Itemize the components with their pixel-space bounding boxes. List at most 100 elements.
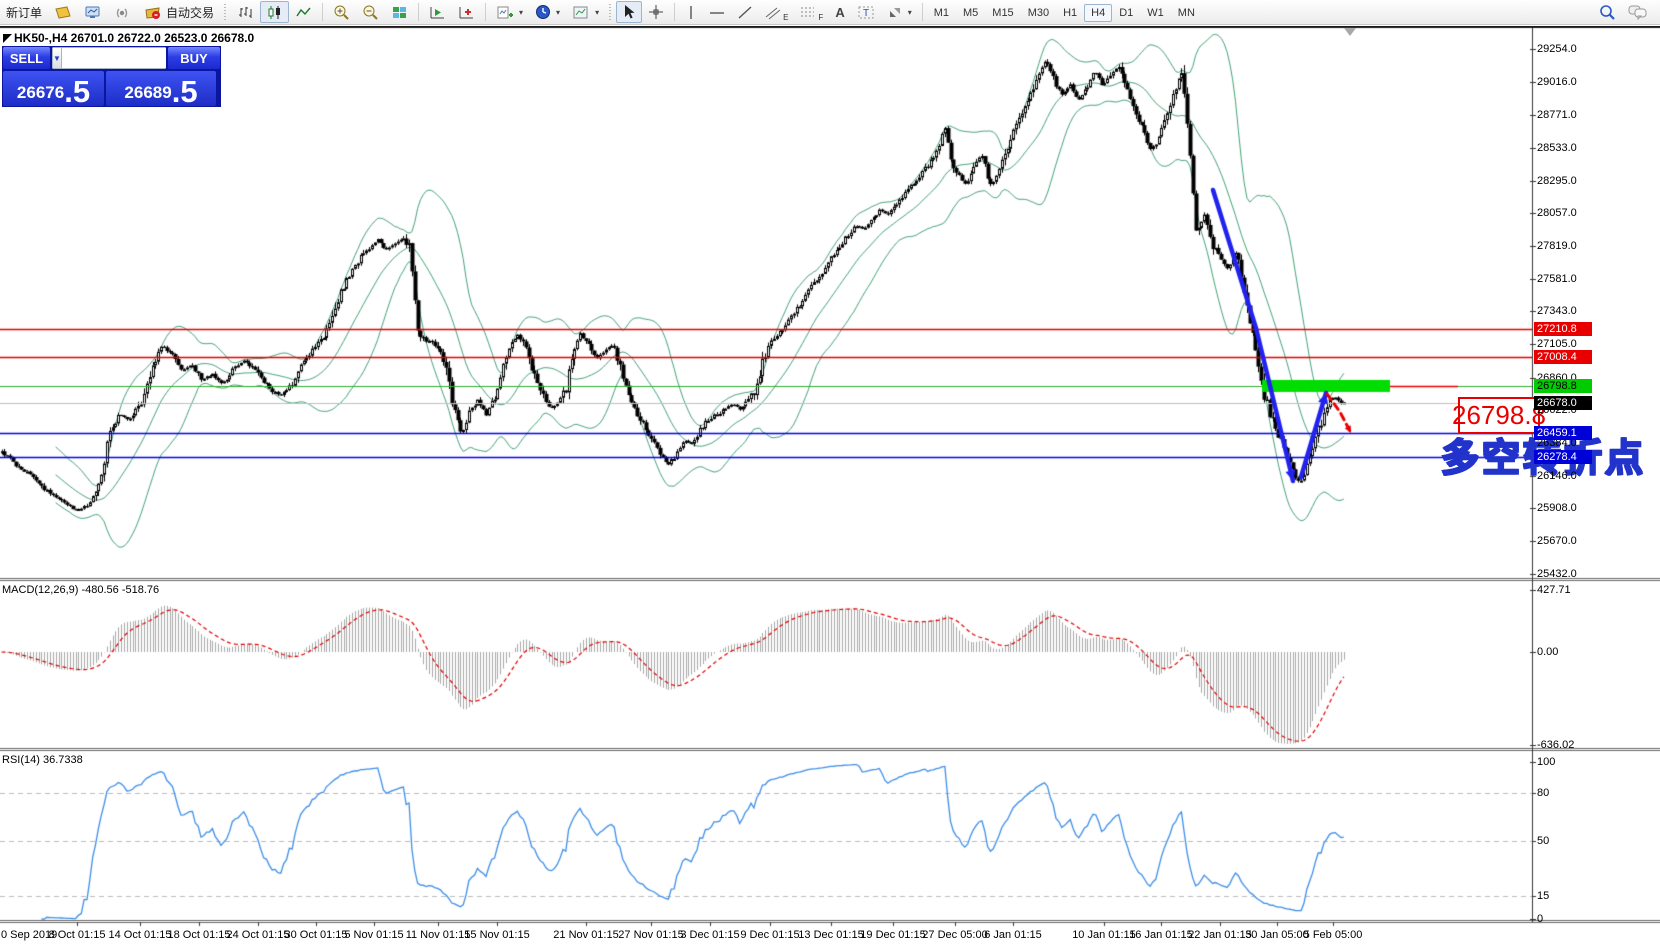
ask-price-int: 26689: [124, 84, 171, 101]
chart-canvas[interactable]: [0, 26, 1660, 946]
time-axis-label: 27 Nov 01:15: [618, 929, 683, 941]
time-axis-label: 24 Oct 01:15: [227, 929, 290, 941]
toolbar-grip: [223, 4, 228, 20]
periods-icon[interactable]: ▾: [529, 1, 566, 23]
indicators-icon[interactable]: ▾: [490, 1, 529, 23]
chart-play-icon[interactable]: [423, 1, 452, 23]
arrows-tool-icon[interactable]: ▾: [881, 1, 918, 23]
timeframe-group: M1M5M15M30H1H4D1W1MN: [927, 5, 1202, 19]
time-axis-label: 14 Oct 01:15: [109, 929, 172, 941]
market-watch-icon[interactable]: [78, 1, 108, 23]
signal-icon[interactable]: [108, 1, 138, 23]
price-axis-tick: 26146.0: [1537, 470, 1577, 482]
timeframe-m30-button[interactable]: M30: [1021, 4, 1056, 22]
timeframe-mn-button[interactable]: MN: [1171, 4, 1202, 22]
chevron-down-icon: ▾: [519, 8, 523, 17]
timeframe-m1-button[interactable]: M1: [927, 4, 956, 22]
price-axis-tick: 28057.0: [1537, 207, 1577, 219]
trendline-tool-icon[interactable]: [731, 1, 759, 23]
text-tool-icon[interactable]: A: [829, 1, 850, 23]
mt4-terminal-window: 新订单 自动交易: [0, 0, 1660, 946]
price-axis-tick: 27343.0: [1537, 305, 1577, 317]
time-axis-label: 27 Dec 05:00: [922, 929, 987, 941]
timeframe-m5-button[interactable]: M5: [956, 4, 985, 22]
price-axis-tick: 29254.0: [1537, 43, 1577, 55]
candlestick-chart-type-icon[interactable]: [260, 1, 289, 23]
chart-shift-marker-icon[interactable]: [1344, 28, 1356, 36]
sell-button[interactable]: SELL: [3, 47, 50, 69]
search-icon[interactable]: [1592, 1, 1622, 23]
rsi-axis-tick: 80: [1537, 787, 1549, 799]
chat-icon[interactable]: [1622, 1, 1654, 23]
fibonacci-tool-icon[interactable]: F: [794, 1, 829, 23]
price-axis-tick: 28771.0: [1537, 109, 1577, 121]
price-level-badge: 26278.4: [1534, 450, 1592, 464]
zoom-out-icon[interactable]: [356, 1, 385, 23]
bid-price-dec: .5: [64, 79, 90, 105]
chart-area[interactable]: HK50-,H4 26701.0 26722.0 26523.0 26678.0…: [0, 26, 1660, 946]
buy-button[interactable]: BUY: [168, 47, 220, 69]
price-axis-tick: 27819.0: [1537, 240, 1577, 252]
toolbar-separator: [922, 3, 923, 21]
bar-chart-type-icon[interactable]: [231, 1, 260, 23]
new-order-button[interactable]: 新订单: [0, 1, 48, 23]
time-axis-label: 11 Nov 01:15: [406, 929, 471, 941]
price-axis-tick: 25670.0: [1537, 535, 1577, 547]
zoom-in-icon[interactable]: [327, 1, 356, 23]
price-axis-tick: 27105.0: [1537, 338, 1577, 350]
macd-axis-tick: 427.71: [1537, 584, 1571, 596]
price-axis-tick: 25908.0: [1537, 502, 1577, 514]
price-level-badge: 27210.8: [1534, 322, 1592, 336]
fibonacci-tool-letter: F: [818, 13, 823, 22]
toolbar-separator: [418, 3, 419, 21]
auto-trading-button[interactable]: 自动交易: [138, 1, 220, 23]
text-label-tool-icon[interactable]: T: [851, 1, 881, 23]
new-order-label: 新订单: [6, 4, 42, 21]
volume-input[interactable]: [62, 47, 166, 69]
bid-price-int: 26676: [17, 84, 64, 101]
chevron-down-icon: ▾: [908, 8, 912, 17]
horizontal-line-tool-icon[interactable]: [703, 1, 731, 23]
channel-tool-icon[interactable]: E: [759, 1, 794, 23]
chart-shift-icon[interactable]: [452, 1, 481, 23]
time-axis-label: 6 Jan 01:15: [984, 929, 1042, 941]
timeframe-m15-button[interactable]: M15: [985, 4, 1020, 22]
toolbar-separator: [674, 3, 675, 21]
macd-indicator-label: MACD(12,26,9) -480.56 -518.76: [2, 584, 159, 596]
volume-decrease-button[interactable]: ▼: [52, 47, 62, 69]
cursor-icon[interactable]: [616, 1, 642, 23]
price-level-badge: 26798.8: [1534, 379, 1592, 393]
macd-axis-tick: -636.02: [1537, 739, 1574, 751]
bid-price[interactable]: 26676 .5: [3, 71, 104, 106]
text-tool-letter: A: [835, 5, 844, 20]
tile-windows-icon[interactable]: [385, 1, 414, 23]
time-axis-label: 16 Jan 01:15: [1129, 929, 1193, 941]
chart-symbol-ohlc: HK50-,H4 26701.0 26722.0 26523.0 26678.0: [14, 31, 254, 45]
price-axis-tick: 27581.0: [1537, 273, 1577, 285]
timeframe-w1-button[interactable]: W1: [1140, 4, 1171, 22]
price-axis-tick: 28295.0: [1537, 175, 1577, 187]
toolbar-separator: [485, 3, 486, 21]
auto-trading-label: 自动交易: [166, 4, 214, 21]
price-axis-tick: 29016.0: [1537, 76, 1577, 88]
time-axis-label: 30 Oct 01:15: [285, 929, 348, 941]
time-axis-label: 8 Oct 01:15: [49, 929, 106, 941]
time-axis-label: 5 Nov 01:15: [344, 929, 403, 941]
time-axis-label: 3 Dec 01:15: [680, 929, 739, 941]
vertical-line-tool-icon[interactable]: [679, 1, 703, 23]
ask-price[interactable]: 26689 .5: [106, 71, 216, 106]
templates-icon[interactable]: ▾: [566, 1, 605, 23]
time-axis-label: 15 Nov 01:15: [464, 929, 529, 941]
timeframe-h1-button[interactable]: H1: [1056, 4, 1084, 22]
timeframe-d1-button[interactable]: D1: [1112, 4, 1140, 22]
line-chart-type-icon[interactable]: [289, 1, 318, 23]
timeframe-h4-button[interactable]: H4: [1084, 4, 1112, 22]
volume-stepper: ▼ ▲: [52, 47, 166, 69]
one-click-panel-toggle[interactable]: [3, 34, 12, 43]
new-order-ticket-icon[interactable]: [48, 1, 78, 23]
main-toolbar: 新订单 自动交易: [0, 0, 1660, 25]
crosshair-icon[interactable]: [642, 1, 670, 23]
chevron-down-icon: ▾: [595, 8, 599, 17]
time-axis-label: 9 Dec 01:15: [740, 929, 799, 941]
price-callout-box: 26798.8: [1458, 397, 1540, 434]
